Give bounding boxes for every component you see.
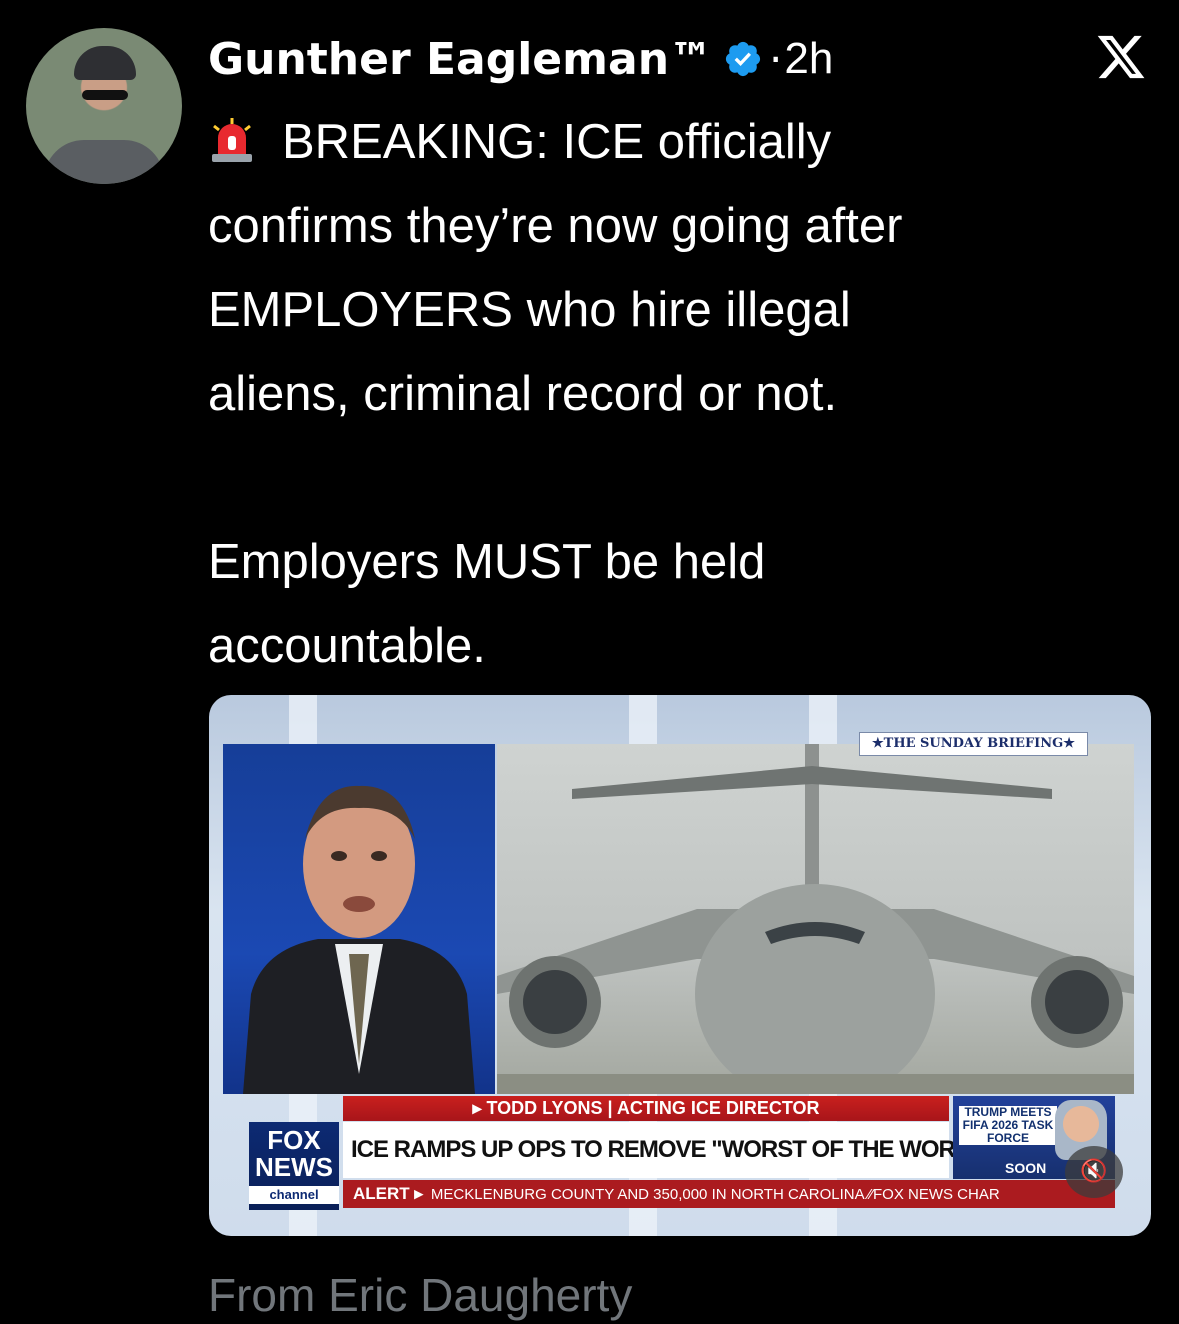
x-logo-icon[interactable] — [1095, 30, 1147, 84]
fox-logo-line1: FOX — [267, 1125, 321, 1155]
tweet-line: accountable. — [208, 619, 486, 673]
fox-logo-line3: channel — [249, 1186, 339, 1204]
guest-video-panel — [223, 744, 495, 1094]
aircraft-video-panel — [497, 744, 1134, 1104]
program-tag: ★THE SUNDAY BRIEFING★ — [859, 732, 1088, 756]
tweet-line: Employers MUST be held — [208, 535, 766, 589]
separator-dot: · — [769, 34, 783, 84]
rotating-light-emoji-icon — [212, 118, 252, 162]
ticker-alert: ALERT ▸ — [353, 1184, 423, 1203]
verified-badge-icon — [725, 41, 761, 77]
speaker-muted-icon[interactable]: 🔇 — [1065, 1146, 1123, 1198]
avatar-cap — [74, 46, 136, 80]
name-strap: ▸ TODD LYONS | ACTING ICE DIRECTOR — [343, 1096, 949, 1121]
headline-strap: ICE RAMPS UP OPS TO REMOVE "WORST OF THE… — [343, 1122, 995, 1178]
source-attribution[interactable]: From Eric Daugherty — [208, 1268, 632, 1322]
video-player[interactable]: ★THE SUNDAY BRIEFING★ ▸ TODD LYONS | ACT… — [209, 695, 1151, 1236]
author-name[interactable]: Gunther Eagleman™ — [208, 34, 713, 85]
tweet-body: BREAKING: ICE officially confirms they’r… — [208, 100, 1148, 688]
fox-news-logo: FOX NEWS channel — [249, 1122, 339, 1210]
tweet-header: Gunther Eagleman™ · 2h — [208, 26, 1159, 92]
guest-person-image — [243, 785, 475, 1094]
tweet-line-text: BREAKING: ICE officially — [282, 115, 832, 169]
ticker-text: MECKLENBURG COUNTY AND 350,000 IN NORTH … — [430, 1186, 1000, 1203]
avatar-shirt — [44, 140, 164, 184]
tweet-timestamp[interactable]: 2h — [784, 34, 833, 84]
tweet-line: aliens, criminal record or not. — [208, 367, 838, 421]
promo-text: TRUMP MEETS FIFA 2026 TASK FORCE — [959, 1106, 1057, 1145]
news-ticker: ALERT ▸ MECKLENBURG COUNTY AND 350,000 IN… — [343, 1180, 1115, 1208]
tweet-line: confirms they’re now going after — [208, 199, 903, 253]
fox-logo-line2: NEWS — [255, 1152, 333, 1182]
promo-soon: SOON — [1005, 1160, 1047, 1176]
tweet-line: EMPLOYERS who hire illegal — [208, 283, 851, 337]
avatar-sunglasses — [82, 90, 128, 100]
author-avatar[interactable] — [26, 28, 182, 184]
tweet-line: BREAKING: ICE officially — [208, 100, 1148, 184]
c17-aircraft-image — [497, 744, 1134, 1104]
